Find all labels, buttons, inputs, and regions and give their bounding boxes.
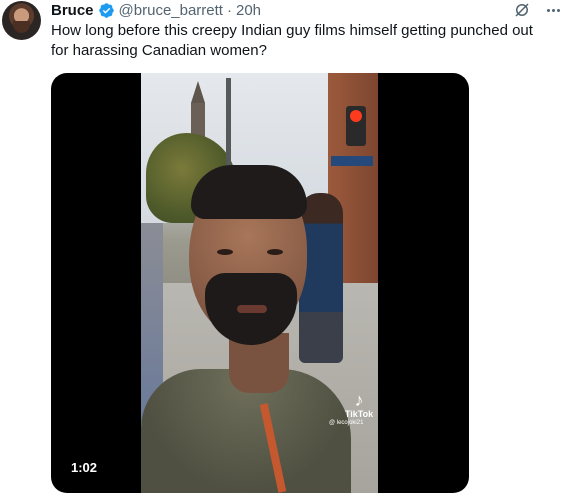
author-handle[interactable]: @bruce_barrett <box>119 2 223 19</box>
header-separator: · <box>226 1 232 19</box>
video-frame: ♪ TikTok @ lecojoki21 <box>141 73 378 493</box>
tweet-header: Bruce @bruce_barrett · 20h <box>51 0 261 20</box>
tiktok-username: @ lecojoki21 <box>329 420 364 426</box>
tweet-timestamp[interactable]: 20h <box>236 2 261 19</box>
avatar-beard <box>13 21 30 33</box>
video-player[interactable]: ♪ TikTok @ lecojoki21 1:02 <box>51 73 469 493</box>
tiktok-brand: TikTok <box>344 409 374 419</box>
tweet-text: How long before this creepy Indian guy f… <box>51 22 533 59</box>
tiktok-logo-icon: ♪ <box>354 390 364 410</box>
tweet-actions-top <box>513 0 565 20</box>
more-icon[interactable] <box>543 0 563 20</box>
video-duration-badge: 1:02 <box>65 455 104 479</box>
grok-icon[interactable] <box>513 1 531 19</box>
avatar[interactable] <box>2 1 41 40</box>
author-name[interactable]: Bruce <box>51 2 94 19</box>
verified-badge-icon <box>98 2 114 18</box>
tiktok-watermark: ♪ TikTok <box>341 391 377 419</box>
